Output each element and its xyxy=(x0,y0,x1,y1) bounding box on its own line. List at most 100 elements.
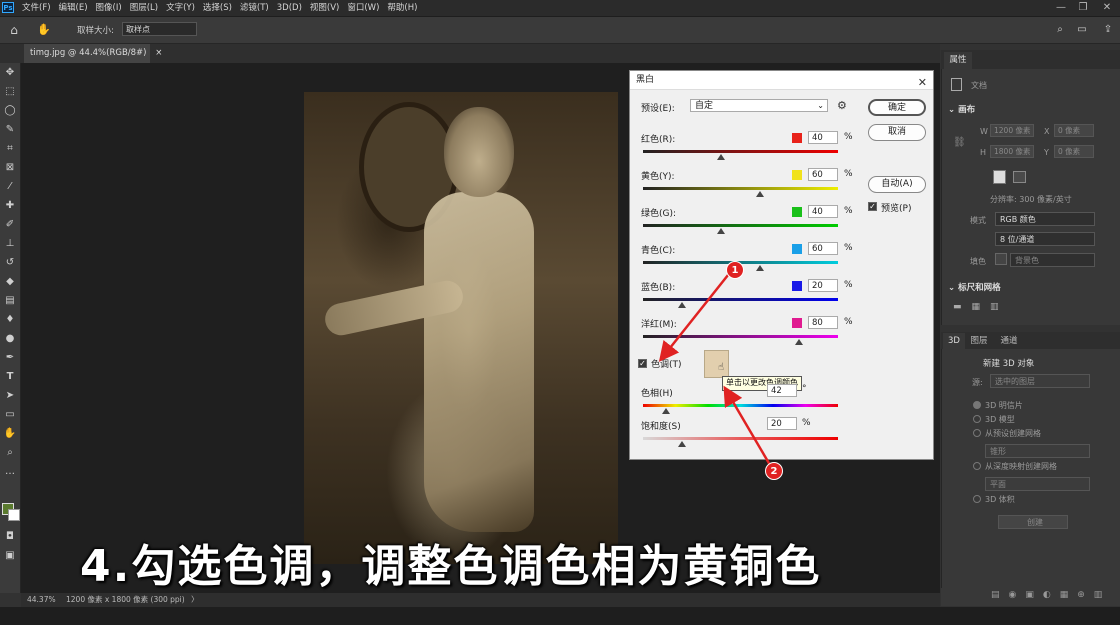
minimize-icon[interactable]: — xyxy=(1050,0,1072,16)
radio-depth-map[interactable] xyxy=(973,462,981,470)
document-tab[interactable]: timg.jpg @ 44.4%(RGB/8#) × xyxy=(24,44,162,63)
menu-view[interactable]: 视图(V) xyxy=(306,0,343,16)
ok-button[interactable]: 确定 xyxy=(868,99,926,116)
preset-select[interactable]: 自定 ⌄ xyxy=(690,99,828,112)
pen-tool-icon[interactable]: ✒ xyxy=(2,350,18,366)
screen-mode-icon[interactable]: ▣ xyxy=(2,548,18,564)
menu-type[interactable]: 文字(Y) xyxy=(162,0,199,16)
search-icon[interactable]: ⌕ xyxy=(1052,22,1068,38)
healing-brush-icon[interactable]: ✚ xyxy=(2,198,18,214)
menu-3d[interactable]: 3D(D) xyxy=(273,0,306,16)
radio-3d-postcard[interactable] xyxy=(973,401,981,409)
frame-tool-icon[interactable]: ⊠ xyxy=(2,160,18,176)
menu-help[interactable]: 帮助(H) xyxy=(383,0,421,16)
ruler-grid-icons[interactable]: ▬▦▥ xyxy=(953,302,1009,312)
quick-select-tool-icon[interactable]: ✎ xyxy=(2,122,18,138)
hand-tool-icon[interactable]: ✋ xyxy=(2,426,18,442)
zoom-level[interactable]: 44.37% xyxy=(27,595,56,604)
link-icon[interactable]: ⛓ xyxy=(953,137,966,148)
landscape-orientation-icon[interactable] xyxy=(1013,171,1026,183)
width-field[interactable]: 1200 像素 xyxy=(990,124,1034,137)
menu-select[interactable]: 选择(S) xyxy=(199,0,236,16)
tab-properties[interactable]: 属性 xyxy=(944,52,972,69)
depth-map-select[interactable]: 平面 xyxy=(985,477,1090,491)
auto-button[interactable]: 自动(A) xyxy=(868,176,926,193)
channel-slider-thumb[interactable] xyxy=(717,154,725,160)
sample-size-label: 取样大小: xyxy=(77,26,114,36)
tab-layers[interactable]: 图层 xyxy=(967,333,991,349)
dodge-tool-icon[interactable]: ● xyxy=(2,331,18,347)
background-color-swatch[interactable] xyxy=(8,509,20,521)
status-arrow-icon[interactable]: 〉 xyxy=(191,595,199,604)
mesh-preset-select[interactable]: 锥形 xyxy=(985,444,1090,458)
menu-layer[interactable]: 图层(L) xyxy=(126,0,162,16)
gradient-tool-icon[interactable]: ▤ xyxy=(2,293,18,309)
history-brush-icon[interactable]: ↺ xyxy=(2,255,18,271)
close-window-icon[interactable]: ✕ xyxy=(1096,0,1118,16)
rectangle-tool-icon[interactable]: ▭ xyxy=(2,407,18,423)
marquee-tool-icon[interactable]: ⬚ xyxy=(2,84,18,100)
menu-image[interactable]: 图像(I) xyxy=(92,0,126,16)
channel-slider-track[interactable] xyxy=(643,150,838,153)
channel-label: 黄色(Y): xyxy=(641,172,675,182)
canvas-heading[interactable]: ⌄ 画布 xyxy=(948,103,975,115)
y-field[interactable]: 0 像素 xyxy=(1054,145,1094,158)
home-icon[interactable]: ⌂ xyxy=(6,22,22,38)
create-button[interactable]: 创建 xyxy=(998,515,1068,529)
share-icon[interactable]: ⇪ xyxy=(1100,22,1116,38)
path-select-icon[interactable]: ➤ xyxy=(2,388,18,404)
channel-value-input[interactable]: 40 xyxy=(808,131,838,144)
move-tool-icon[interactable]: ✥ xyxy=(2,65,18,81)
bit-depth-select[interactable]: 8 位/通道 xyxy=(995,232,1095,246)
radio-3d-model[interactable] xyxy=(973,415,981,423)
channel-slider-track[interactable] xyxy=(643,224,838,227)
source-select[interactable]: 选中的图层 xyxy=(990,374,1090,388)
crop-tool-icon[interactable]: ⌗ xyxy=(2,141,18,157)
menu-edit[interactable]: 编辑(E) xyxy=(55,0,92,16)
dialog-close-icon[interactable]: ✕ xyxy=(918,73,927,92)
mode-select[interactable]: RGB 颜色 xyxy=(995,212,1095,226)
channel-slider-thumb[interactable] xyxy=(717,228,725,234)
x-field[interactable]: 0 像素 xyxy=(1054,124,1094,137)
type-tool-icon[interactable]: T xyxy=(2,369,18,385)
channel-slider-track[interactable] xyxy=(643,187,838,190)
tab-close-icon[interactable]: × xyxy=(155,48,162,58)
portrait-orientation-icon[interactable] xyxy=(993,170,1006,184)
preview-checkbox[interactable]: ✓ xyxy=(868,202,877,211)
photo-figure-body xyxy=(424,192,534,532)
menu-file[interactable]: 文件(F) xyxy=(18,0,55,16)
cancel-button[interactable]: 取消 xyxy=(868,124,926,141)
brush-tool-icon[interactable]: ✐ xyxy=(2,217,18,233)
radio-mesh-preset[interactable] xyxy=(973,429,981,437)
menu-items: 文件(F) 编辑(E) 图像(I) 图层(L) 文字(Y) 选择(S) 滤镜(T… xyxy=(18,0,421,16)
eraser-tool-icon[interactable]: ◆ xyxy=(2,274,18,290)
fill-select[interactable]: 背景色 xyxy=(1010,253,1095,267)
workspace-icon[interactable]: ▭ xyxy=(1074,22,1090,38)
channel-value-input[interactable]: 40 xyxy=(808,205,838,218)
blur-tool-icon[interactable]: ♦ xyxy=(2,312,18,328)
rulers-grid-heading[interactable]: ⌄ 标尺和网格 xyxy=(948,281,1001,293)
radio-3d-volume[interactable] xyxy=(973,495,981,503)
eyedropper-tool-icon[interactable]: ✋ xyxy=(36,22,52,38)
panel-footer-icon-row[interactable]: ▤◉▣◐▦⊕▥ xyxy=(991,590,1111,600)
channel-slider-thumb[interactable] xyxy=(756,191,764,197)
menu-filter[interactable]: 滤镜(T) xyxy=(236,0,273,16)
stamp-tool-icon[interactable]: ⊥ xyxy=(2,236,18,252)
eyedropper-icon[interactable]: ⁄ xyxy=(2,179,18,195)
restore-icon[interactable]: ❐ xyxy=(1072,0,1094,16)
channel-value-input[interactable]: 60 xyxy=(808,168,838,181)
option-depth-map: 从深度映射创建网格 xyxy=(985,462,1057,471)
quick-mask-icon[interactable]: ◘ xyxy=(2,529,18,545)
height-field[interactable]: 1800 像素 xyxy=(990,145,1034,158)
more-tools-icon[interactable]: … xyxy=(2,464,18,480)
fill-color-swatch[interactable] xyxy=(995,253,1007,265)
channel-label: 绿色(G): xyxy=(641,209,677,219)
menu-window[interactable]: 窗口(W) xyxy=(343,0,383,16)
lasso-tool-icon[interactable]: ◯ xyxy=(2,103,18,119)
tab-channels[interactable]: 通道 xyxy=(995,333,1023,349)
sample-size-select[interactable]: 取样点 xyxy=(122,22,197,36)
tab-3d[interactable]: 3D xyxy=(943,333,965,349)
zoom-tool-icon[interactable]: ⌕ xyxy=(2,445,18,461)
dialog-titlebar: 黑白 ✕ xyxy=(630,71,933,90)
preset-options-gear-icon[interactable]: ⚙ xyxy=(837,99,847,112)
